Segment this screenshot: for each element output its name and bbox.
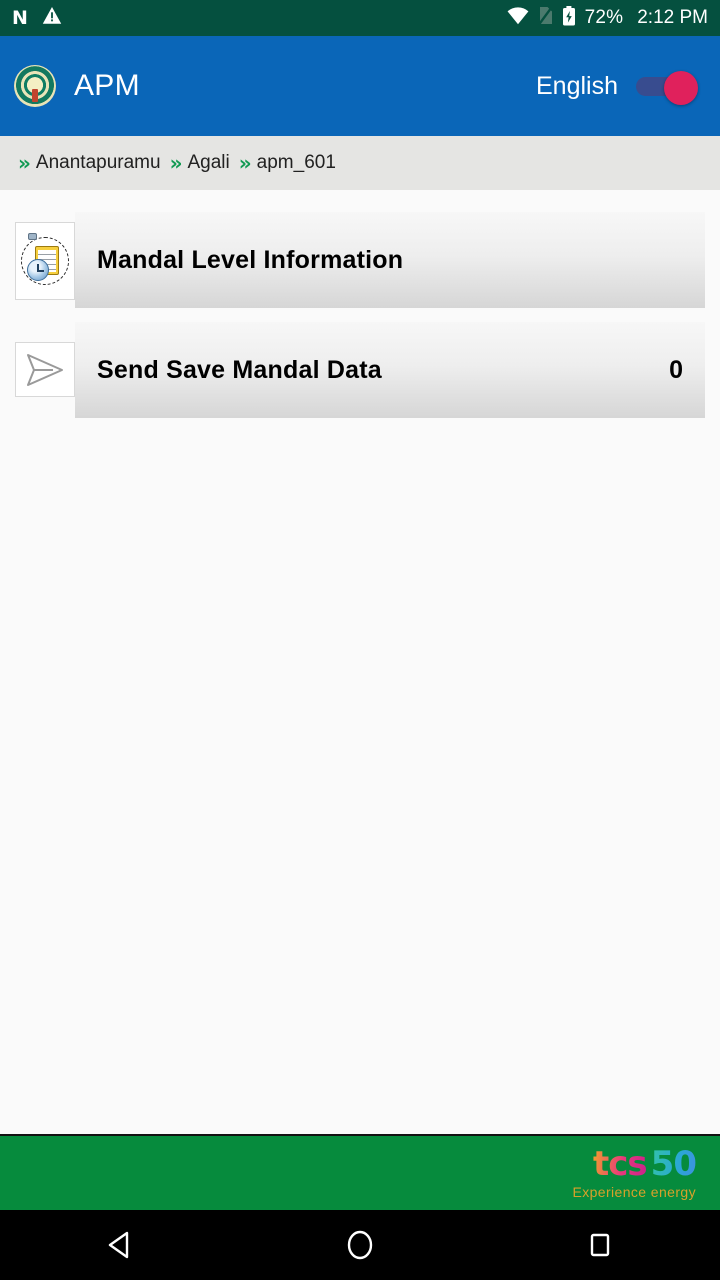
- android-navigation-bar: [0, 1210, 720, 1280]
- recents-button[interactable]: [555, 1210, 645, 1280]
- tcs-anniversary-number: 50: [650, 1144, 697, 1184]
- language-toggle-switch[interactable]: [636, 71, 698, 105]
- list-item-send-save-mandal-data[interactable]: Send Save Mandal Data 0: [0, 322, 720, 418]
- android-n-icon: N: [12, 6, 28, 29]
- list-item-panel[interactable]: Mandal Level Information: [75, 212, 705, 308]
- list-item-label: Mandal Level Information: [97, 245, 404, 274]
- warning-triangle-icon: [42, 6, 62, 30]
- chevron-double-right-icon: »: [169, 151, 183, 175]
- app-title: APM: [74, 69, 140, 102]
- back-button[interactable]: [75, 1210, 165, 1280]
- list-item-mandal-level-information[interactable]: Mandal Level Information: [0, 212, 720, 308]
- chevron-double-right-icon: »: [18, 151, 31, 175]
- battery-percent-label: 72%: [584, 7, 624, 28]
- tcs-tagline: Experience energy: [572, 1184, 696, 1200]
- breadcrumb-item-district[interactable]: Anantapuramu: [36, 152, 161, 174]
- main-content: Mandal Level Information Send Save Manda…: [0, 190, 720, 1134]
- home-button[interactable]: [315, 1210, 405, 1280]
- footer-bar: tcs 50 Experience energy: [0, 1134, 720, 1210]
- clock-label: 2:12 PM: [637, 7, 708, 28]
- clipboard-clock-icon: [15, 222, 75, 300]
- app-bar: APM English: [0, 36, 720, 136]
- language-label: English: [536, 71, 618, 100]
- no-sim-icon: [537, 6, 553, 30]
- status-bar-left-icons: N: [12, 6, 62, 30]
- status-bar-right-icons: 72% 2:12 PM: [507, 5, 708, 31]
- list-item-count: 0: [669, 355, 683, 384]
- language-selector[interactable]: English: [536, 71, 698, 105]
- status-bar: N 72% 2:12 PM: [0, 0, 720, 36]
- list-item-panel[interactable]: Send Save Mandal Data 0: [75, 322, 705, 418]
- battery-charging-icon: [562, 5, 576, 31]
- ap-government-emblem: [14, 65, 56, 107]
- breadcrumb-item-mandal[interactable]: Agali: [188, 152, 230, 174]
- breadcrumb-item-code[interactable]: apm_601: [257, 152, 336, 174]
- wifi-icon: [507, 6, 529, 30]
- toggle-thumb[interactable]: [664, 71, 698, 105]
- phone-screen: N 72% 2:12 PM APM English » Anantapuramu…: [0, 0, 720, 1280]
- list-item-label: Send Save Mandal Data: [97, 355, 382, 384]
- send-icon: [15, 342, 75, 397]
- tcs-logo-mark: tcs 50: [572, 1144, 697, 1184]
- breadcrumb: » Anantapuramu » Agali » apm_601: [0, 136, 720, 190]
- tcs-wordmark: tcs: [593, 1144, 648, 1184]
- tcs-logo: tcs 50 Experience energy: [572, 1144, 697, 1200]
- chevron-double-right-icon: »: [238, 151, 252, 175]
